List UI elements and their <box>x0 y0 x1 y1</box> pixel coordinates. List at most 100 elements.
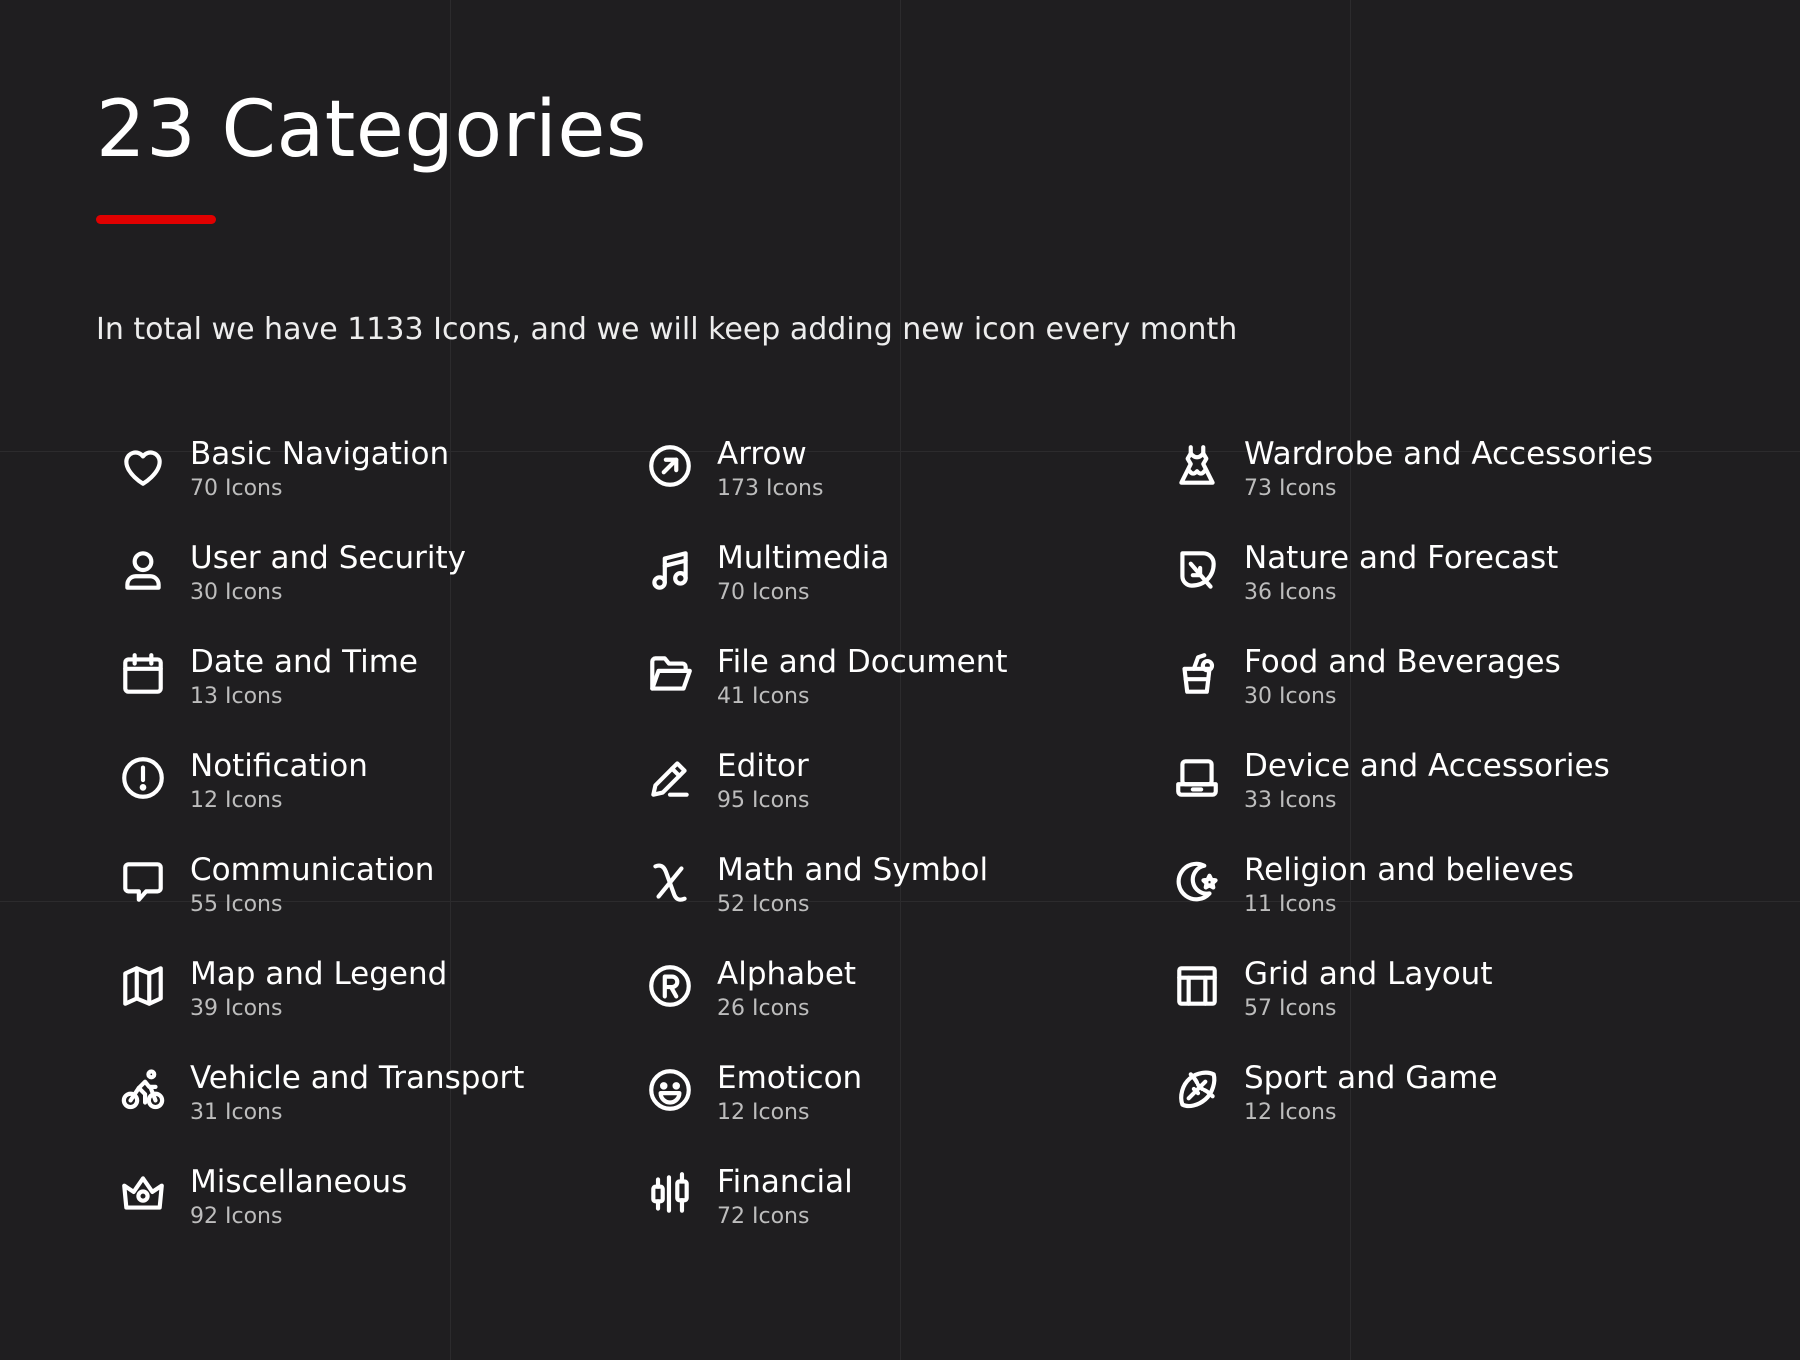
category-count: 11 Icons <box>1244 892 1337 917</box>
category-count: 95 Icons <box>717 788 810 813</box>
category-text: Arrow 173 Icons <box>717 434 823 504</box>
crown-icon <box>118 1169 168 1219</box>
category-name: Sport and Game <box>1244 1060 1498 1096</box>
category-text: Multimedia 70 Icons <box>717 538 889 608</box>
category-text: Notification 12 Icons <box>190 746 368 816</box>
category-item[interactable]: Communication 55 Icons <box>118 850 645 954</box>
category-item[interactable]: Financial 72 Icons <box>645 1162 1172 1266</box>
category-name: Date and Time <box>190 644 418 680</box>
category-item[interactable]: User and Security 30 Icons <box>118 538 645 642</box>
category-name: Editor <box>717 748 809 784</box>
category-text: Math and Symbol 52 Icons <box>717 850 988 920</box>
category-item[interactable]: Multimedia 70 Icons <box>645 538 1172 642</box>
category-count: 70 Icons <box>190 476 283 501</box>
calendar-icon <box>118 649 168 699</box>
category-count: 31 Icons <box>190 1100 283 1125</box>
category-count: 57 Icons <box>1244 996 1337 1021</box>
cyclist-icon <box>118 1065 168 1115</box>
category-name: Map and Legend <box>190 956 448 992</box>
category-item[interactable]: Math and Symbol 52 Icons <box>645 850 1172 954</box>
category-item[interactable]: Arrow 173 Icons <box>645 434 1172 538</box>
category-count: 52 Icons <box>717 892 810 917</box>
category-text: Communication 55 Icons <box>190 850 434 920</box>
category-item[interactable]: Map and Legend 39 Icons <box>118 954 645 1058</box>
category-count: 70 Icons <box>717 580 810 605</box>
category-count: 41 Icons <box>717 684 810 709</box>
category-text: User and Security 30 Icons <box>190 538 466 608</box>
category-item[interactable]: Alphabet 26 Icons <box>645 954 1172 1058</box>
category-item[interactable]: Notification 12 Icons <box>118 746 645 850</box>
category-name: Multimedia <box>717 540 890 576</box>
category-text: Basic Navigation 70 Icons <box>190 434 449 504</box>
category-count: 12 Icons <box>190 788 283 813</box>
category-count: 92 Icons <box>190 1204 283 1229</box>
category-count: 73 Icons <box>1244 476 1337 501</box>
category-item[interactable]: Emoticon 12 Icons <box>645 1058 1172 1162</box>
chi-symbol-icon <box>645 857 695 907</box>
category-item[interactable]: Editor 95 Icons <box>645 746 1172 850</box>
category-count: 30 Icons <box>1244 684 1337 709</box>
category-item[interactable]: Device and Accessories 33 Icons <box>1172 746 1712 850</box>
page-subtitle: In total we have 1133 Icons, and we will… <box>96 312 1238 347</box>
category-item[interactable]: Wardrobe and Accessories 73 Icons <box>1172 434 1712 538</box>
category-item[interactable]: Nature and Forecast 36 Icons <box>1172 538 1712 642</box>
category-count: 12 Icons <box>1244 1100 1337 1125</box>
category-name: Arrow <box>717 436 807 472</box>
category-name: Device and Accessories <box>1244 748 1610 784</box>
category-name: Alphabet <box>717 956 857 992</box>
category-text: Emoticon 12 Icons <box>717 1058 862 1128</box>
category-name: User and Security <box>190 540 466 576</box>
category-name: Grid and Layout <box>1244 956 1493 992</box>
laptop-icon <box>1172 753 1222 803</box>
layout-icon <box>1172 961 1222 1011</box>
category-name: Emoticon <box>717 1060 863 1096</box>
category-count: 55 Icons <box>190 892 283 917</box>
chat-bubble-icon <box>118 857 168 907</box>
category-name: Wardrobe and Accessories <box>1244 436 1654 472</box>
category-name: File and Document <box>717 644 1008 680</box>
category-name: Math and Symbol <box>717 852 989 888</box>
category-text: File and Document 41 Icons <box>717 642 1008 712</box>
page-title: 23 Categories <box>96 85 647 175</box>
category-item[interactable]: Date and Time 13 Icons <box>118 642 645 746</box>
category-text: Grid and Layout 57 Icons <box>1244 954 1492 1024</box>
dress-icon <box>1172 441 1222 491</box>
football-icon <box>1172 1065 1222 1115</box>
category-count: 72 Icons <box>717 1204 810 1229</box>
category-item[interactable]: Grid and Layout 57 Icons <box>1172 954 1712 1058</box>
category-item[interactable]: File and Document 41 Icons <box>645 642 1172 746</box>
map-icon <box>118 961 168 1011</box>
category-item[interactable]: Sport and Game 12 Icons <box>1172 1058 1712 1162</box>
category-count: 26 Icons <box>717 996 810 1021</box>
category-name: Vehicle and Transport <box>190 1060 525 1096</box>
exclamation-circle-icon <box>118 753 168 803</box>
music-note-icon <box>645 545 695 595</box>
category-item[interactable]: Basic Navigation 70 Icons <box>118 434 645 538</box>
category-count: 39 Icons <box>190 996 283 1021</box>
crescent-star-icon <box>1172 857 1222 907</box>
category-text: Wardrobe and Accessories 73 Icons <box>1244 434 1653 504</box>
category-count: 173 Icons <box>717 476 824 501</box>
category-name: Miscellaneous <box>190 1164 408 1200</box>
category-text: Map and Legend 39 Icons <box>190 954 447 1024</box>
category-count: 36 Icons <box>1244 580 1337 605</box>
category-text: Sport and Game 12 Icons <box>1244 1058 1498 1128</box>
category-count: 30 Icons <box>190 580 283 605</box>
category-name: Food and Beverages <box>1244 644 1561 680</box>
category-count: 13 Icons <box>190 684 283 709</box>
arrow-up-right-circle-icon <box>645 441 695 491</box>
category-name: Financial <box>717 1164 853 1200</box>
title-accent-bar <box>96 215 216 224</box>
category-item[interactable]: Miscellaneous 92 Icons <box>118 1162 645 1266</box>
category-item[interactable]: Religion and believes 11 Icons <box>1172 850 1712 954</box>
category-name: Communication <box>190 852 435 888</box>
category-text: Alphabet 26 Icons <box>717 954 856 1024</box>
category-text: Financial 72 Icons <box>717 1162 853 1232</box>
category-grid: Basic Navigation 70 Icons Arrow 173 Icons Wa… <box>118 434 1758 1266</box>
category-text: Religion and believes 11 Icons <box>1244 850 1574 920</box>
category-count: 33 Icons <box>1244 788 1337 813</box>
category-item[interactable]: Food and Beverages 30 Icons <box>1172 642 1712 746</box>
drink-cup-icon <box>1172 649 1222 699</box>
category-text: Date and Time 13 Icons <box>190 642 418 712</box>
category-item[interactable]: Vehicle and Transport 31 Icons <box>118 1058 645 1162</box>
